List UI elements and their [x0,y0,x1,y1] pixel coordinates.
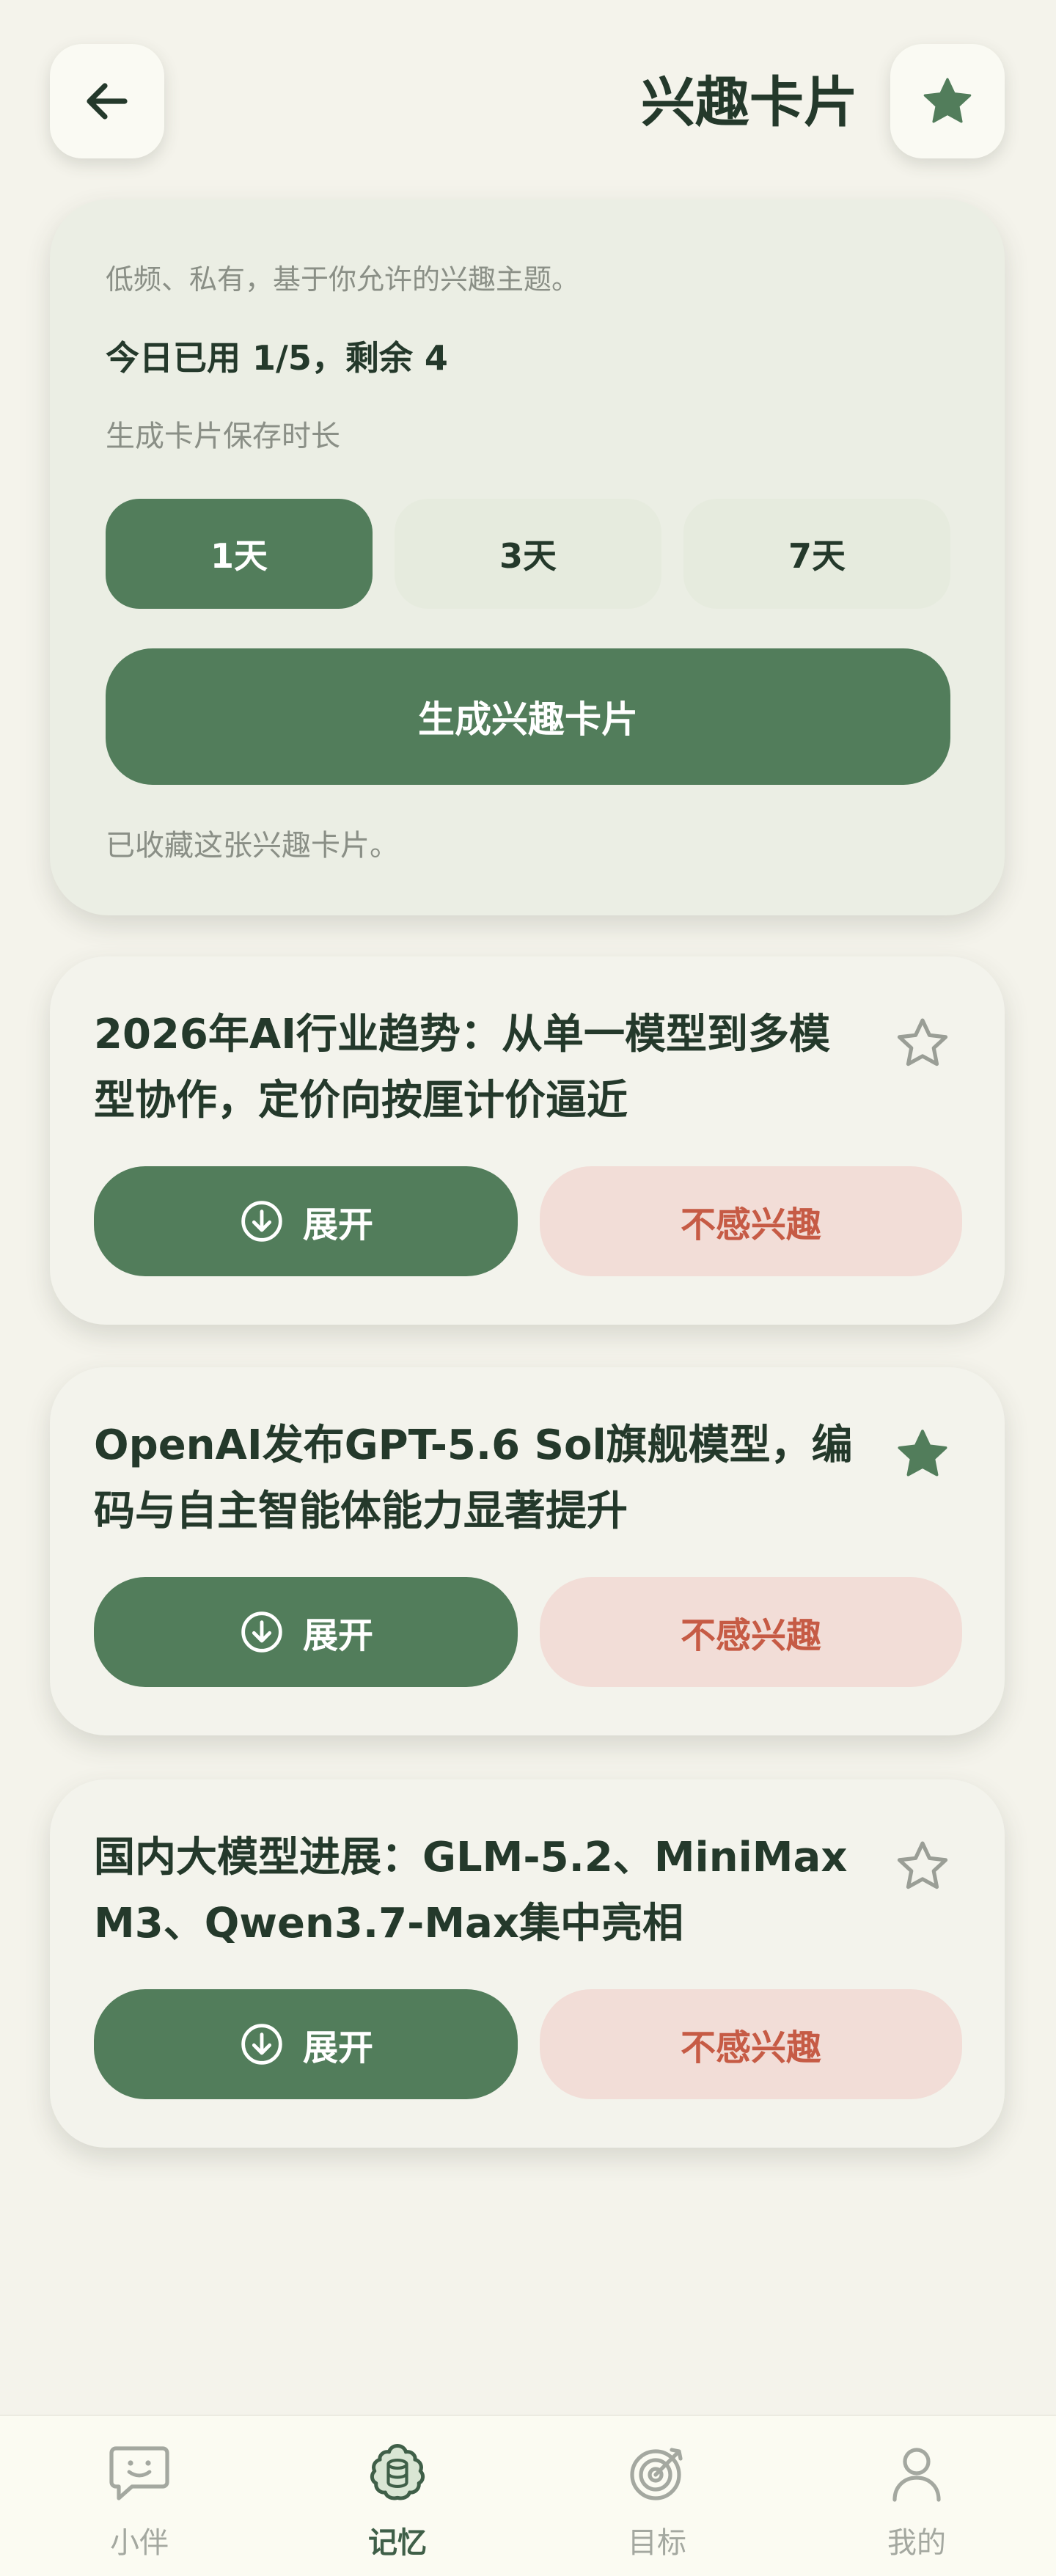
arrow-down-circle-icon [241,1611,282,1653]
target-icon [630,2448,683,2500]
favorite-toggle[interactable] [887,1008,958,1078]
brain-icon [370,2444,425,2500]
card-title: 2026年AI行业趋势：从单一模型到多模型协作，定价向按厘计价逼近 [94,1011,831,1124]
back-button[interactable] [50,44,164,158]
expand-label: 展开 [302,2027,373,2068]
star-filled-icon [923,78,972,123]
duration-label: 生成卡片保存时长 [106,420,340,453]
nav-label: 我的 [887,2526,946,2560]
not-interested-button[interactable]: 不感兴趣 [540,1577,962,1687]
generator-panel: 低频、私有，基于你允许的兴趣主题。 今日已用 1/5，剩余 4 生成卡片保存时长… [50,200,1005,915]
not-interested-button[interactable]: 不感兴趣 [540,1989,962,2099]
interest-card: 国内大模型进展：GLM-5.2、MiniMax M3、Qwen3.7-Max集中… [50,1779,1005,2148]
interest-card: 2026年AI行业趋势：从单一模型到多模型协作，定价向按厘计价逼近 展开 不感兴… [50,956,1005,1325]
duration-option-7-days[interactable]: 7天 [683,499,950,609]
nav-label: 记忆 [368,2526,427,2560]
chat-bubble-icon [109,2446,169,2500]
nav-label: 目标 [628,2526,686,2560]
expand-button[interactable]: 展开 [94,1166,518,1276]
expand-label: 展开 [302,1615,373,1656]
page-title: 兴趣卡片 [641,71,858,134]
card-title: OpenAI发布GPT-5.6 Sol旗舰模型，编码与自主智能体能力显著提升 [94,1421,853,1535]
nav-item-goals[interactable]: 目标 [525,2416,789,2576]
favorite-toggle[interactable] [887,1831,958,1901]
bottom-navigation: 小伴 记忆 目标 我的 [0,2415,1056,2576]
duration-option-1-day[interactable]: 1天 [106,499,373,609]
usage-count: 今日已用 1/5，剩余 4 [106,338,448,378]
card-title: 国内大模型进展：GLM-5.2、MiniMax M3、Qwen3.7-Max集中… [94,1834,848,1947]
arrow-down-circle-icon [241,2024,282,2065]
arrow-left-icon [87,83,128,120]
nav-label: 小伴 [110,2526,169,2560]
arrow-down-circle-icon [241,1201,282,1242]
user-icon [892,2448,941,2502]
expand-button[interactable]: 展开 [94,1577,518,1687]
favorite-toggle[interactable] [887,1419,958,1489]
not-interested-button[interactable]: 不感兴趣 [540,1166,962,1276]
expand-button[interactable]: 展开 [94,1989,518,2099]
interest-card: OpenAI发布GPT-5.6 Sol旗舰模型，编码与自主智能体能力显著提升 展… [50,1367,1005,1735]
intro-text: 低频、私有，基于你允许的兴趣主题。 [106,263,580,296]
expand-label: 展开 [302,1204,373,1245]
generate-card-button[interactable]: 生成兴趣卡片 [106,648,950,785]
nav-item-memory[interactable]: 记忆 [265,2416,529,2576]
star-outline-icon [897,1841,948,1889]
duration-option-3-days[interactable]: 3天 [395,499,661,609]
star-filled-icon [898,1430,947,1477]
star-outline-icon [897,1018,948,1066]
nav-item-profile[interactable]: 我的 [785,2416,1049,2576]
nav-item-companion[interactable]: 小伴 [7,2416,271,2576]
status-message: 已收藏这张兴趣卡片。 [106,829,399,863]
favorites-button[interactable] [890,44,1005,158]
